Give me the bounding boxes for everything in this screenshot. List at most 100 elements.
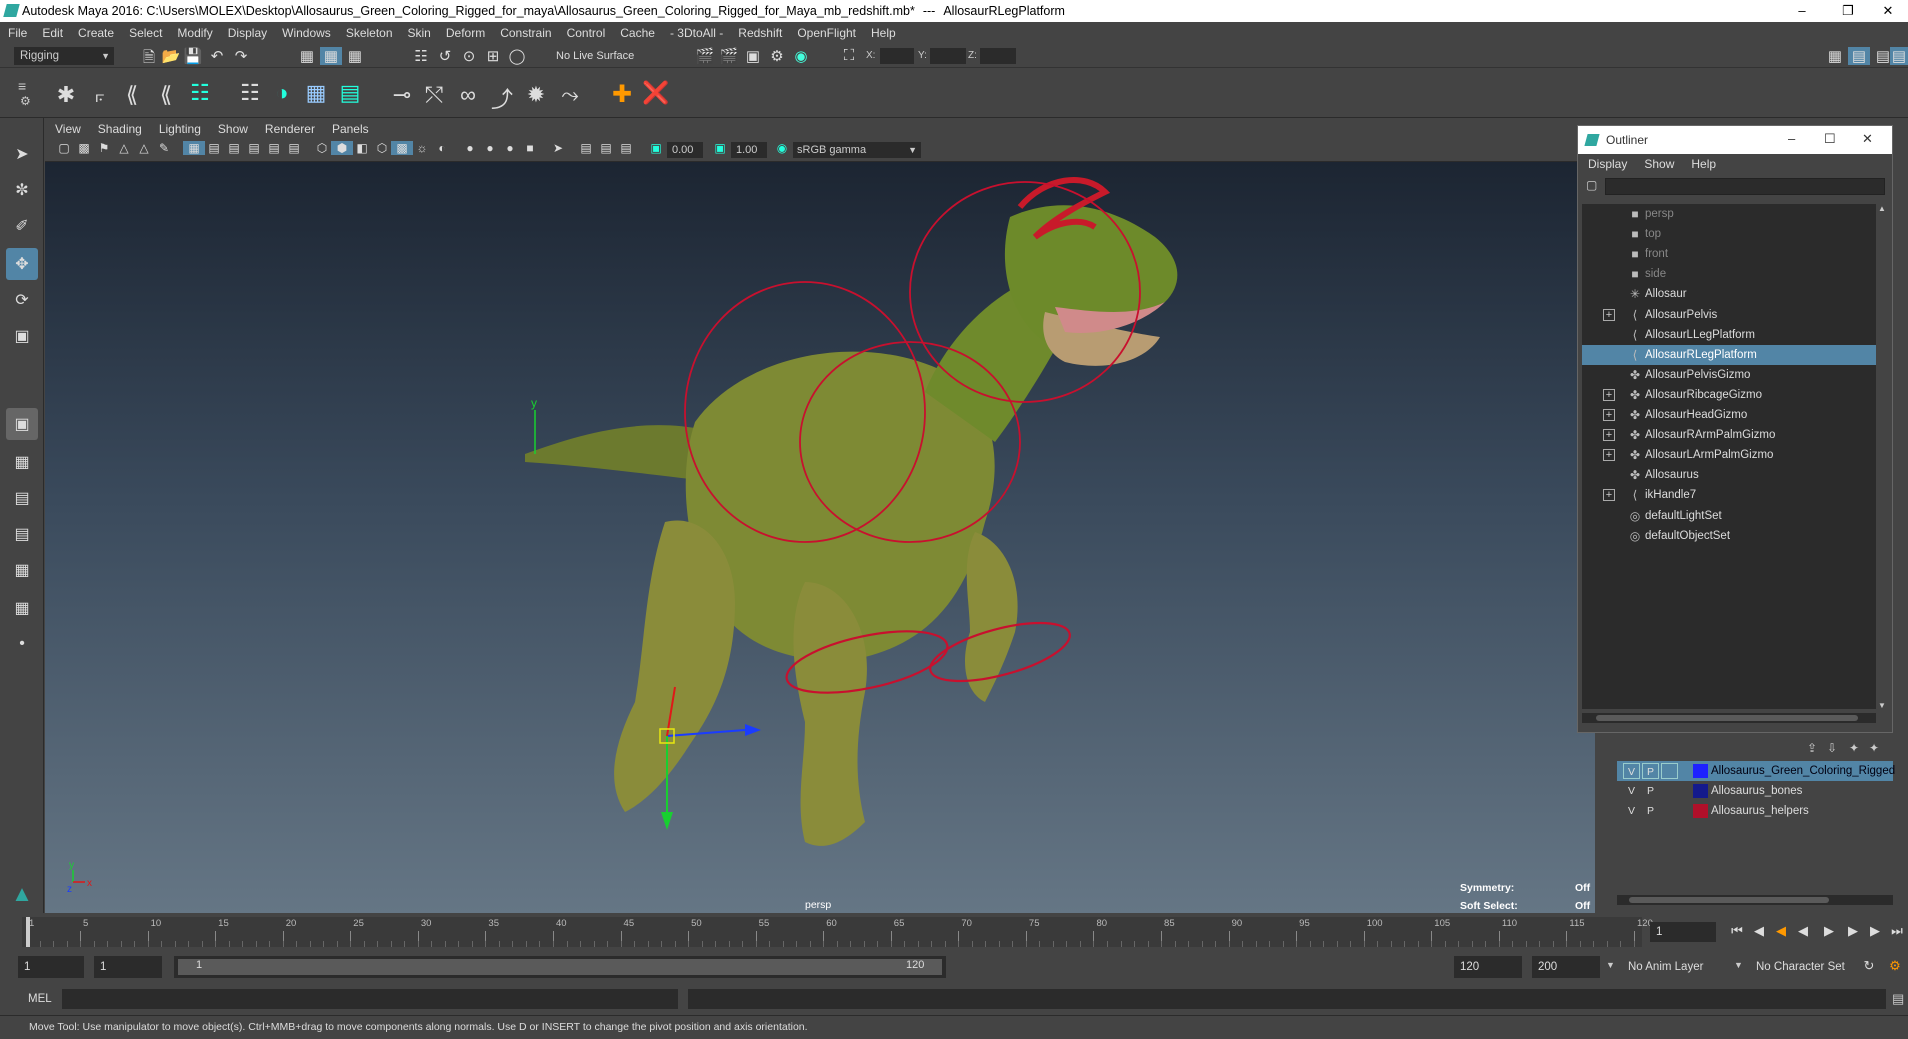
image-plane-icon[interactable]: △	[113, 141, 135, 155]
scale-tool-icon[interactable]: ▣	[6, 320, 38, 352]
gamma-icon[interactable]: ▣	[709, 141, 731, 155]
character-set-dropdown[interactable]: No Character Set	[1756, 961, 1845, 973]
outliner-item[interactable]: + ✤ AllosaurRArmPalmGizmo	[1582, 425, 1876, 445]
display-layer-row[interactable]: V P Allosaurus_Green_Coloring_Rigged	[1617, 761, 1895, 781]
outliner-item[interactable]: + ⟨ ikHandle7	[1582, 485, 1876, 505]
menuset-dropdown[interactable]: Rigging ▼	[14, 47, 114, 65]
outliner-horizontal-scrollbar[interactable]	[1582, 713, 1876, 723]
expand-plus-icon[interactable]: +	[1603, 429, 1615, 442]
color-space-dropdown[interactable]: sRGB gamma ▼	[793, 142, 921, 158]
parent-constraint-icon[interactable]: ❌	[642, 80, 670, 106]
menu-help[interactable]: Help	[871, 26, 896, 40]
wireframe-on-shaded-icon[interactable]: ⬡	[371, 141, 393, 155]
expand-plus-icon[interactable]: +	[1603, 308, 1615, 321]
select-by-hierarchy-icon[interactable]: ▦	[296, 47, 318, 65]
outliner-layout-icon[interactable]: ▤	[6, 482, 38, 514]
exposure-field[interactable]: 0.00	[667, 142, 703, 158]
joint-tool-icon[interactable]: ✱	[52, 82, 80, 108]
ik-spline-icon[interactable]: ⟪	[152, 82, 180, 108]
play-backwards-icon[interactable]: ◀	[1792, 923, 1814, 939]
step-back-frame-icon[interactable]: ◀	[1770, 923, 1792, 939]
shadows-icon[interactable]: ◐	[431, 141, 453, 155]
layer-visibility-toggle[interactable]: V	[1623, 803, 1640, 819]
snap-point-icon[interactable]: ⊙	[458, 47, 480, 65]
menu-modify[interactable]: Modify	[177, 26, 212, 40]
field-chart-icon[interactable]: ▤	[263, 141, 285, 155]
screen-space-ao-icon[interactable]: ●	[459, 141, 481, 155]
viewport-menu-show[interactable]: Show	[218, 122, 248, 136]
menu-constrain[interactable]: Constrain	[500, 26, 551, 40]
minimize-button[interactable]: –	[1780, 0, 1824, 22]
viewport-menu-lighting[interactable]: Lighting	[159, 122, 201, 136]
use-default-material-icon[interactable]: ◧	[351, 141, 373, 155]
lattice-icon[interactable]: ▦	[302, 80, 330, 106]
anim-layer-dropdown[interactable]: No Anim Layer	[1628, 961, 1703, 973]
outliner-item[interactable]: ◎ defaultLightSet	[1582, 506, 1876, 526]
live-surface-field[interactable]: No Live Surface	[552, 48, 650, 64]
menu-windows[interactable]: Windows	[282, 26, 331, 40]
mirror-joint-icon[interactable]: ☷	[186, 80, 214, 106]
menu-skin[interactable]: Skin	[408, 26, 431, 40]
layer-visibility-toggle[interactable]: V	[1623, 783, 1640, 799]
anim-layer-chevron-icon[interactable]: ▼	[1606, 960, 1615, 970]
smooth-bind-icon[interactable]: ∞	[454, 82, 482, 108]
insert-joint-icon[interactable]: ⟔	[86, 82, 114, 108]
current-frame-field[interactable]: 1	[1650, 922, 1716, 942]
resolution-gate-icon[interactable]: ▤	[223, 141, 245, 155]
blend-shape-icon[interactable]: ✹	[522, 82, 550, 108]
cluster-icon[interactable]: ◑	[268, 80, 296, 106]
menu-openflight[interactable]: OpenFlight	[797, 26, 856, 40]
display-layer-row[interactable]: V P Allosaurus_bones	[1617, 781, 1893, 801]
motion-blur-icon[interactable]: ●	[479, 141, 501, 155]
transform-input-icon[interactable]: ⛶	[838, 47, 860, 64]
range-slider-thumb[interactable]	[178, 959, 942, 975]
custom-layout-icon[interactable]: •	[6, 628, 38, 660]
menu-control[interactable]: Control	[567, 26, 606, 40]
copy-weights-icon[interactable]: ⤴	[488, 82, 516, 114]
gate-mask-icon[interactable]: ▤	[243, 141, 265, 155]
display-layer-row[interactable]: V P Allosaurus_helpers	[1617, 801, 1893, 821]
viewport-menu-panels[interactable]: Panels	[332, 122, 369, 136]
layer-playback-toggle[interactable]: P	[1642, 803, 1659, 819]
character-set-chevron-icon[interactable]: ▼	[1734, 960, 1743, 970]
paint-weights-icon[interactable]: ⤲	[420, 82, 448, 108]
locator-icon[interactable]: ☷	[236, 80, 264, 106]
outliner-filter-icon[interactable]: ▢	[1586, 178, 1597, 192]
viewport-menu-view[interactable]: View	[55, 122, 81, 136]
script-editor-icon[interactable]: ▤	[1892, 991, 1904, 1007]
step-back-key-icon[interactable]: ◀	[1748, 923, 1770, 939]
move-layer-up-icon[interactable]: ⇪	[1807, 741, 1817, 755]
rotate-tool-icon[interactable]: ⟳	[6, 284, 38, 316]
layer-color-swatch[interactable]	[1693, 784, 1708, 798]
outliner-menu-help[interactable]: Help	[1691, 157, 1716, 171]
animation-end-field[interactable]: 200	[1532, 956, 1600, 978]
grid-toggle-icon[interactable]: ▦	[183, 141, 205, 155]
bookmark-icon[interactable]: ⚑	[93, 141, 115, 155]
outliner-scroll-down-icon[interactable]: ▼	[1878, 701, 1886, 710]
redo-icon[interactable]: ↷	[230, 47, 252, 65]
layer-visibility-toggle[interactable]: V	[1623, 763, 1640, 779]
hypershade-icon[interactable]: ◉	[790, 47, 812, 65]
outliner-item[interactable]: + ✤ AllosaurLArmPalmGizmo	[1582, 445, 1876, 465]
menu-create[interactable]: Create	[78, 26, 114, 40]
step-forward-key-icon[interactable]: ▶	[1864, 923, 1886, 939]
select-by-object-icon[interactable]: ▦	[320, 47, 342, 65]
outliner-item[interactable]: ◎ defaultObjectSet	[1582, 526, 1876, 546]
outliner-item[interactable]: + ✤ AllosaurRibcageGizmo	[1582, 385, 1876, 405]
film-gate-icon[interactable]: ▤	[203, 141, 225, 155]
save-scene-icon[interactable]: 💾	[182, 47, 204, 65]
outliner-item[interactable]: ■ front	[1582, 244, 1876, 264]
expand-plus-icon[interactable]: +	[1603, 489, 1615, 502]
go-to-end-icon[interactable]: ⏭	[1886, 923, 1908, 939]
gamma-field[interactable]: 1.00	[731, 142, 767, 158]
render-settings-icon[interactable]: ⚙	[766, 47, 788, 65]
graph-layout-icon[interactable]: ▤	[6, 518, 38, 550]
menu-deform[interactable]: Deform	[446, 26, 485, 40]
outliner-item[interactable]: + ⟨ AllosaurPelvis	[1582, 305, 1876, 325]
paint-select-tool-icon[interactable]: ✐	[6, 210, 38, 242]
outliner-item[interactable]: ✤ AllosaurPelvisGizmo	[1582, 365, 1876, 385]
menu-display[interactable]: Display	[228, 26, 267, 40]
x-input[interactable]	[880, 48, 914, 64]
playback-end-field[interactable]: 120	[1454, 956, 1522, 978]
layer-playback-toggle[interactable]: P	[1642, 783, 1659, 799]
